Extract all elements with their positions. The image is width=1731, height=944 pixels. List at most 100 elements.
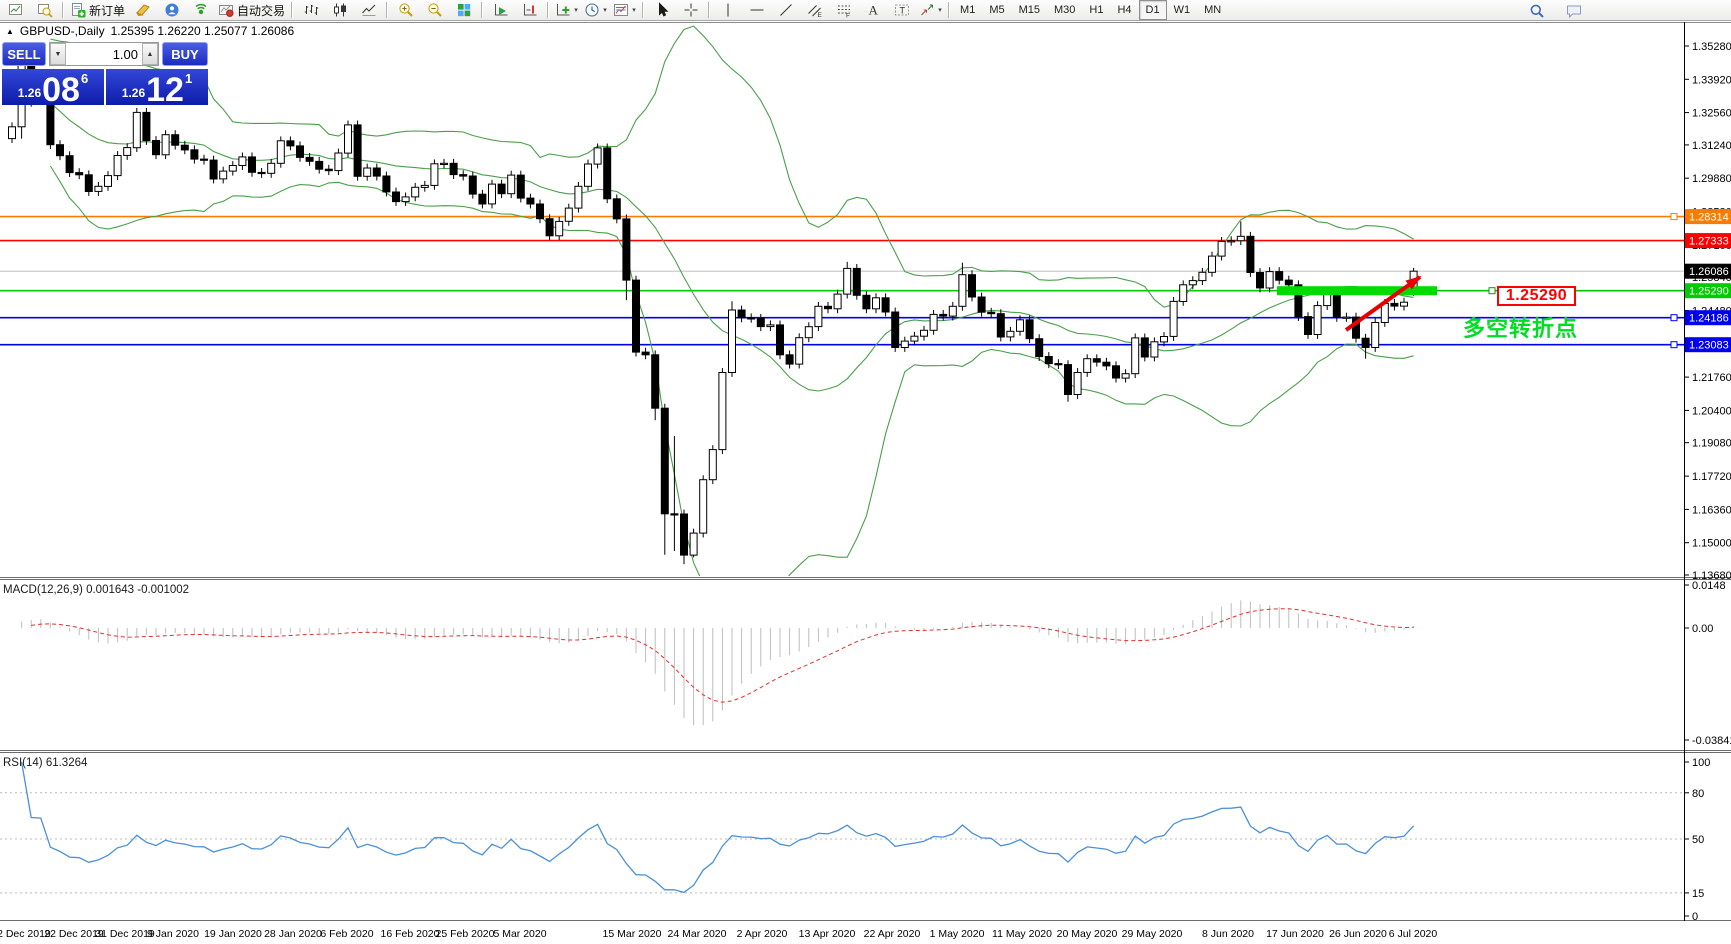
chart-title: ▲ GBPUSD-,Daily 1.25395 1.26220 1.25077 …: [6, 24, 294, 38]
zoom-out-button[interactable]: [420, 0, 449, 21]
chevron-down-icon: ▾: [632, 6, 636, 14]
auto-scroll-icon: [493, 2, 509, 18]
line-handle[interactable]: [1488, 287, 1496, 295]
volume-decrease-button[interactable]: ▼: [50, 43, 66, 65]
macd-name: MACD(12,26,9): [3, 584, 83, 596]
timeframe-m5-button[interactable]: M5: [982, 0, 1011, 20]
svg-text:80: 80: [1692, 788, 1704, 800]
equidistant-channel-button[interactable]: E: [800, 0, 829, 21]
profiles-button[interactable]: [30, 0, 59, 21]
tile-windows-button[interactable]: [449, 0, 478, 21]
sell-price-panel[interactable]: 1.26 08 6: [2, 69, 104, 109]
price-annotation-box[interactable]: 1.25290: [1497, 286, 1576, 306]
new-order-icon: [70, 2, 86, 18]
time-axis[interactable]: 12 Dec 201922 Dec 201931 Dec 20199 Jan 2…: [0, 928, 1731, 944]
line-handle[interactable]: [1670, 341, 1678, 349]
timeframe-h4-button[interactable]: H4: [1110, 0, 1138, 20]
date-tick-label: 28 Jan 2020: [264, 928, 322, 940]
bar-chart-button[interactable]: [296, 0, 325, 21]
text-label-button[interactable]: T: [887, 0, 916, 21]
svg-text:T: T: [899, 6, 905, 16]
ohlc-readout: 1.25395 1.26220 1.25077 1.26086: [110, 24, 295, 38]
timeframe-d1-button[interactable]: D1: [1138, 0, 1167, 20]
line-handle[interactable]: [1670, 213, 1678, 221]
cursor-icon: [654, 2, 670, 18]
timeframe-mn-button[interactable]: MN: [1197, 0, 1228, 20]
signals-icon: [193, 2, 209, 18]
svg-text:A: A: [868, 3, 878, 18]
cursor-button[interactable]: [647, 0, 676, 21]
chat-button[interactable]: [1559, 0, 1588, 21]
chart-canvas[interactable]: 1.352801.339201.325601.312401.298801.285…: [0, 0, 1731, 944]
svg-text:1.29880: 1.29880: [1692, 173, 1731, 185]
text-button[interactable]: A: [858, 0, 887, 21]
line-chart-button[interactable]: [354, 0, 383, 21]
profiles-icon: [37, 2, 53, 18]
volume-control: ▼ ▲: [49, 42, 159, 66]
mql5-community-button[interactable]: [157, 0, 186, 21]
symbol-period-label: GBPUSD-,Daily: [19, 24, 105, 38]
svg-text:50: 50: [1692, 834, 1704, 846]
timeframe-m15-button[interactable]: M15: [1012, 0, 1047, 20]
line-chart-icon: [361, 2, 377, 18]
templates-button[interactable]: ▾: [610, 0, 639, 21]
buy-price-big: 12: [146, 71, 184, 109]
vertical-line-button[interactable]: [713, 0, 742, 21]
new-order-button[interactable]: 新订单: [67, 0, 128, 21]
svg-text:1.31240: 1.31240: [1692, 140, 1731, 152]
mt4-terminal: { "toolbar": { "groups": [ [ {"name":"ne…: [0, 0, 1731, 944]
auto-trading-label: 自动交易: [237, 3, 286, 18]
trendline-button[interactable]: [771, 0, 800, 21]
buy-price-panel[interactable]: 1.26 12 1: [106, 69, 208, 109]
mql5-community-icon: [164, 2, 180, 18]
auto-trading-button[interactable]: 自动交易: [215, 0, 288, 21]
buy-button[interactable]: BUY: [162, 42, 208, 66]
search-button[interactable]: [1522, 0, 1551, 21]
svg-text:1.23083: 1.23083: [1689, 340, 1729, 352]
date-tick-label: 13 Apr 2020: [798, 928, 856, 940]
line-handle[interactable]: [1670, 314, 1678, 322]
periods-button[interactable]: ▾: [581, 0, 610, 21]
current-price-tag: 1.26086: [1685, 263, 1731, 279]
indicators-button[interactable]: ▾: [552, 0, 581, 21]
timeframe-m1-button[interactable]: M1: [953, 0, 982, 20]
text-icon: A: [865, 2, 881, 18]
level-price-tag: 1.24186: [1685, 310, 1731, 326]
timeframe-m30-button[interactable]: M30: [1047, 0, 1082, 20]
zoom-in-button[interactable]: [391, 0, 420, 21]
volume-input[interactable]: [66, 43, 142, 65]
svg-text:1.28314: 1.28314: [1689, 212, 1729, 224]
arrows-button[interactable]: ▾: [916, 0, 945, 21]
crosshair-button[interactable]: [676, 0, 705, 21]
svg-text:1.24186: 1.24186: [1689, 313, 1729, 325]
horizontal-line-button[interactable]: [742, 0, 771, 21]
metaeditor-button[interactable]: [128, 0, 157, 21]
signals-button[interactable]: [186, 0, 215, 21]
sell-button[interactable]: SELL: [2, 42, 46, 66]
volume-increase-button[interactable]: ▲: [142, 43, 158, 65]
toolbar-separator: [948, 2, 951, 18]
auto-trading-icon: [218, 2, 234, 18]
svg-text:0.0148: 0.0148: [1692, 580, 1726, 592]
timeframe-w1-button[interactable]: W1: [1167, 0, 1198, 20]
svg-text:1.19080: 1.19080: [1692, 438, 1731, 450]
equidistant-channel-icon: E: [807, 2, 823, 18]
chart-shift-button[interactable]: [515, 0, 544, 21]
periods-icon: [584, 2, 600, 18]
sell-price-big: 08: [42, 71, 80, 109]
date-tick-label: 25 Feb 2020: [435, 928, 495, 940]
auto-scroll-button[interactable]: [486, 0, 515, 21]
date-tick-label: 16 Feb 2020: [380, 928, 440, 940]
fibonacci-button[interactable]: F: [829, 0, 858, 21]
date-tick-label: 29 May 2020: [1121, 928, 1183, 940]
support-band[interactable]: [1277, 286, 1437, 296]
new-chart-button[interactable]: [1, 0, 30, 21]
date-tick-label: 6 Jul 2020: [1388, 928, 1438, 940]
date-tick-label: 20 May 2020: [1056, 928, 1118, 940]
timeframe-h1-button[interactable]: H1: [1082, 0, 1110, 20]
candle-chart-button[interactable]: [325, 0, 354, 21]
date-tick-label: 8 Jun 2020: [1202, 928, 1254, 940]
date-tick-label: 12 Dec 2019: [0, 928, 51, 940]
svg-text:1.21760: 1.21760: [1692, 372, 1731, 384]
turning-point-note[interactable]: 多空转折点: [1463, 311, 1578, 343]
